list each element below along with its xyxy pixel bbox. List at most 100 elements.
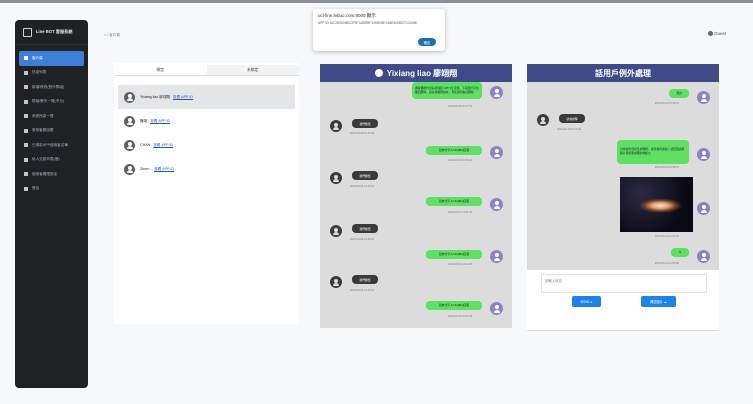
view-app-id-link[interactable]: 查看 APP ID	[173, 95, 193, 100]
chat-icon	[24, 99, 28, 104]
send-button[interactable]: SEND ➤	[572, 296, 601, 307]
alert-dialog: ucl-line.lebuo.com:8000 顯示 APP ID: 6CC90…	[313, 9, 445, 51]
ok-button[interactable]: 確定	[418, 38, 436, 46]
avatar	[490, 146, 503, 159]
message-bubble: 分析處外部訊息處理時，請查看何處看！請回測試用圖片資料庫處理的判斷之	[617, 140, 689, 164]
tab-bar: 綁定 未綁定	[114, 65, 299, 76]
sidebar-item-replies[interactable]: 常用客服回覆	[15, 124, 88, 139]
timestamp: 2024-09-10 13:53:07	[655, 166, 680, 169]
timestamp: 2024-09-10 11:03:38	[655, 262, 679, 265]
user-list: Yixiang liao 廖翊翔 查看 APP ID 陳翊 查看 APP ID CH…	[114, 85, 299, 181]
avatar	[330, 276, 342, 288]
sidebar-item-messages[interactable]: 訊息列表	[15, 66, 88, 81]
grid-icon	[24, 172, 28, 177]
sidebar-item-groups-edit[interactable]: 新增/修改(對外群組)	[15, 80, 88, 95]
avatar	[490, 86, 503, 99]
user-row[interactable]: Zhen^- 查看 APP ID	[118, 157, 295, 181]
user-row[interactable]: CHAN 查看 APP ID	[118, 133, 295, 157]
timestamp: 2024-09-10 11:21:04	[557, 128, 581, 131]
avatar	[124, 115, 135, 127]
avatar	[124, 91, 135, 103]
avatar	[124, 139, 135, 151]
timestamp: 2024-09-04 16:02:30	[448, 315, 473, 318]
timestamp: 2024-08-30 12:15:19	[350, 132, 375, 135]
grid-icon	[24, 143, 28, 148]
chat-header: 話用戶例外處理	[527, 64, 719, 82]
breadcrumb[interactable]: ⌂ / 客戶頁	[104, 33, 120, 38]
avatar	[490, 250, 503, 263]
avatar	[490, 302, 503, 315]
timestamp: 2024-08-30 16:17:51	[448, 105, 473, 108]
avatar	[697, 250, 710, 263]
avatar	[697, 148, 710, 161]
avatar	[490, 198, 503, 211]
message-bubble: 我們簡單	[352, 119, 378, 128]
user-panel: 綁定 未綁定 Yixiang liao 廖翊翔 查看 APP ID 陳翊 查看 AP…	[114, 63, 299, 324]
logout-icon	[24, 186, 28, 191]
message-image[interactable]	[620, 177, 693, 232]
logo-icon	[23, 27, 32, 37]
brand-title: Line BOT 客服系統	[36, 29, 73, 34]
message-input[interactable]: 請輸入訊息	[541, 274, 707, 293]
grid-icon	[24, 114, 28, 119]
view-app-id-link[interactable]: 查看 APP ID	[153, 143, 173, 148]
guest-user[interactable]: Guest	[708, 31, 726, 36]
avatar	[697, 91, 710, 104]
sidebar-item-app-users[interactable]: 已綁定APP使用者名單	[15, 138, 88, 153]
timestamp: 2024-09-04 13:16:12	[350, 185, 375, 188]
chat-header: Yixiang liao 廖翊翔	[320, 64, 512, 82]
message-bubble: 我們簡單	[352, 171, 378, 180]
grid-icon	[24, 56, 28, 61]
avatar	[697, 202, 710, 215]
top-bar	[0, 0, 753, 3]
avatar	[330, 120, 342, 132]
dialog-title: ucl-line.lebuo.com:8000 顯示	[318, 13, 376, 18]
timestamp: 2024-09-04 14:02:25	[448, 263, 473, 266]
message-bubble: 邊緣備援外部系統連結 APP 持 打掃，下報至於平台做回應時，避免重複聯絡每，有…	[412, 82, 482, 99]
grid-icon	[24, 70, 28, 75]
timestamp: 2024-09-04 13:16:12	[350, 289, 375, 292]
dialog-message: APP ID: 6CC909C4BCDF9F7A8599F149909B7418…	[318, 21, 417, 25]
message-bubble: 我們簡單	[352, 275, 378, 284]
send-icon: ➤	[590, 299, 593, 304]
sidebar-item-private[interactable]: 私人交談列表(個)	[15, 153, 88, 168]
sidebar-item-groups-list[interactable]: 群組/聊天一覽(不分)	[15, 95, 88, 110]
avatar	[124, 163, 135, 175]
upload-icon: ☁	[663, 299, 667, 304]
user-icon	[374, 69, 383, 77]
sidebar-nav: 客戶頁 訊息列表 新增/修改(對外群組) 群組/聊天一覽(不分) 系統訊息一覽 …	[15, 51, 88, 196]
grid-icon	[24, 128, 28, 133]
brand: Line BOT 客服系統	[15, 20, 88, 45]
avatar	[330, 172, 342, 184]
message-bubble: 週末分享 & ChatBot回報	[426, 301, 482, 310]
avatar	[537, 114, 549, 126]
timestamp: 2024-09-04 13:16:12	[350, 238, 375, 241]
avatar	[330, 225, 342, 237]
sidebar-item-permissions[interactable]: 使用者權限設定	[15, 167, 88, 182]
sidebar: Line BOT 客服系統 客戶頁 訊息列表 新增/修改(對外群組) 群組/聊天…	[15, 20, 88, 388]
grid-icon	[24, 157, 28, 162]
timestamp: 2024-09-04 11:59:44	[448, 159, 472, 162]
user-row[interactable]: Yixiang liao 廖翊翔 查看 APP ID	[118, 85, 295, 109]
sidebar-item-system[interactable]: 系統訊息一覽	[15, 109, 88, 124]
tab-bound[interactable]: 綁定	[114, 65, 207, 76]
view-app-id-link[interactable]: 查看 APP ID	[150, 119, 170, 124]
sidebar-item-customer[interactable]: 客戶頁	[19, 51, 84, 66]
timestamp: 2024-09-04 13:31:22	[448, 211, 473, 214]
message-bubble: 週末分享 & ChatBot回報	[426, 146, 482, 155]
grid-icon	[24, 85, 28, 90]
message-bubble: 週末分享 & ChatBot回報	[426, 197, 482, 206]
timestamp: 2024-09-10 15:34:21	[655, 102, 680, 105]
message-bubble: hi	[671, 248, 689, 257]
user-icon	[708, 31, 713, 36]
sidebar-item-logout[interactable]: 登出	[15, 182, 88, 197]
chat-panel-a: Yixiang liao 廖翊翔 邊緣備援外部系統連結 APP 持 打掃，下報至…	[320, 64, 512, 328]
view-app-id-link[interactable]: 查看 APP ID	[154, 167, 174, 172]
upload-image-button[interactable]: 傳送圖片 ☁	[641, 296, 676, 307]
message-bubble: 週末分享 & ChatBot回報	[426, 250, 482, 259]
chat-input-area: 請輸入訊息 SEND ➤ 傳送圖片 ☁	[527, 270, 719, 330]
tab-unbound[interactable]: 未綁定	[206, 65, 299, 76]
message-bubble: 請求處理	[559, 114, 585, 123]
message-bubble: 測試	[669, 89, 689, 98]
user-row[interactable]: 陳翊 查看 APP ID	[118, 109, 295, 133]
